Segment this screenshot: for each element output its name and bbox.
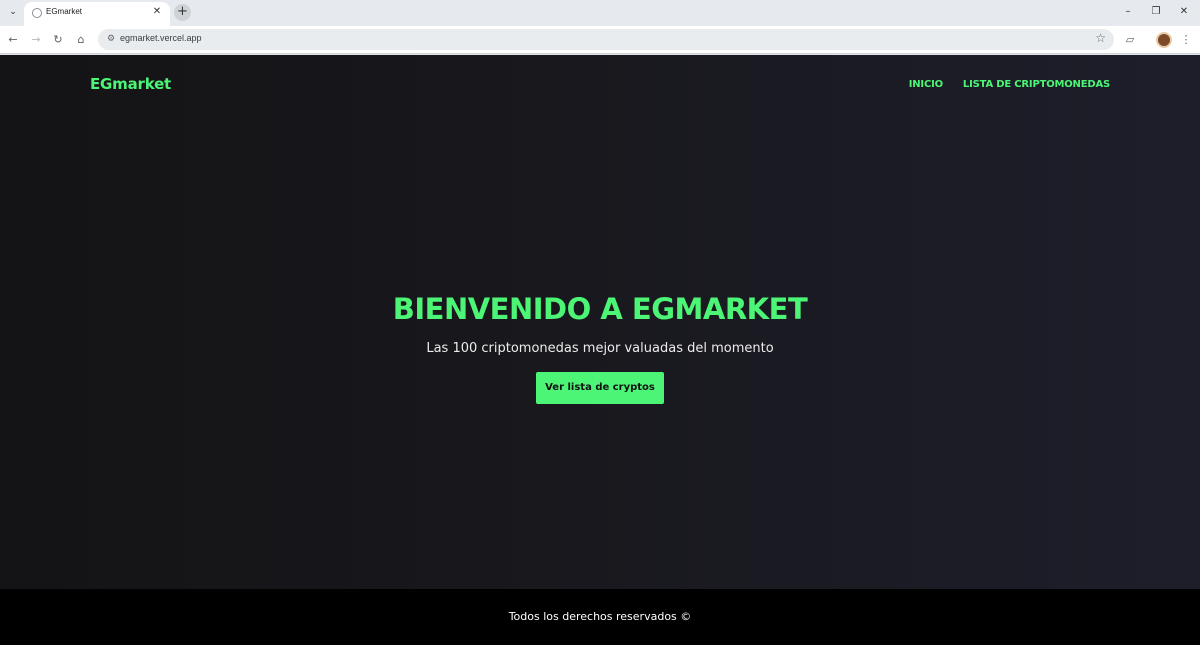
url-text[interactable]: egmarket.vercel.app bbox=[120, 33, 202, 43]
extensions-icon[interactable]: ▱ bbox=[1122, 32, 1138, 48]
kebab-menu-icon[interactable]: ⋮ bbox=[1178, 32, 1194, 48]
browser-toolbar: ← → ↻ ⌂ ⚙ egmarket.vercel.app ☆ ▱ ⋮ bbox=[0, 26, 1200, 54]
site-footer: Todos los derechos reservados © bbox=[0, 589, 1200, 645]
reload-icon[interactable]: ↻ bbox=[50, 32, 66, 48]
hero-title: BIENVENIDO A EGMARKET bbox=[392, 292, 808, 326]
back-arrow-icon[interactable]: ← bbox=[5, 32, 21, 48]
home-icon[interactable]: ⌂ bbox=[73, 32, 89, 48]
globe-favicon-icon bbox=[32, 8, 42, 18]
main-nav: INICIO LISTA DE CRIPTOMONEDAS bbox=[909, 79, 1110, 90]
tab-title: EGmarket bbox=[46, 7, 83, 16]
bookmark-star-icon[interactable]: ☆ bbox=[1095, 31, 1106, 45]
tab-close-icon[interactable]: ✕ bbox=[150, 5, 164, 19]
minimize-icon[interactable]: – bbox=[1120, 5, 1136, 19]
browser-tab[interactable]: EGmarket ✕ bbox=[24, 2, 170, 26]
nav-link-crypto-list[interactable]: LISTA DE CRIPTOMONEDAS bbox=[963, 79, 1110, 90]
hero-subtitle: Las 100 criptomonedas mejor valuadas del… bbox=[426, 341, 774, 356]
restore-icon[interactable]: ❐ bbox=[1148, 5, 1164, 19]
view-crypto-list-button[interactable]: Ver lista de cryptos bbox=[536, 372, 664, 404]
site-header: EGmarket INICIO LISTA DE CRIPTOMONEDAS bbox=[0, 55, 1200, 115]
page-viewport: EGmarket INICIO LISTA DE CRIPTOMONEDAS B… bbox=[0, 55, 1200, 645]
nav-link-inicio[interactable]: INICIO bbox=[909, 79, 943, 90]
tab-search-chevron-down-icon[interactable]: ⌄ bbox=[6, 5, 20, 19]
site-logo[interactable]: EGmarket bbox=[90, 75, 171, 93]
site-info-icon[interactable]: ⚙ bbox=[104, 32, 118, 46]
forward-arrow-icon[interactable]: → bbox=[28, 32, 44, 48]
hero-section: BIENVENIDO A EGMARKET Las 100 criptomone… bbox=[0, 291, 1200, 404]
address-bar[interactable]: ⚙ egmarket.vercel.app ☆ bbox=[98, 29, 1114, 50]
browser-tab-strip: ⌄ EGmarket ✕ + – ❐ ✕ bbox=[0, 0, 1200, 26]
window-close-icon[interactable]: ✕ bbox=[1176, 5, 1192, 19]
new-tab-plus-icon[interactable]: + bbox=[174, 4, 191, 21]
footer-copyright: Todos los derechos reservados © bbox=[508, 610, 692, 623]
profile-avatar[interactable] bbox=[1156, 32, 1172, 48]
